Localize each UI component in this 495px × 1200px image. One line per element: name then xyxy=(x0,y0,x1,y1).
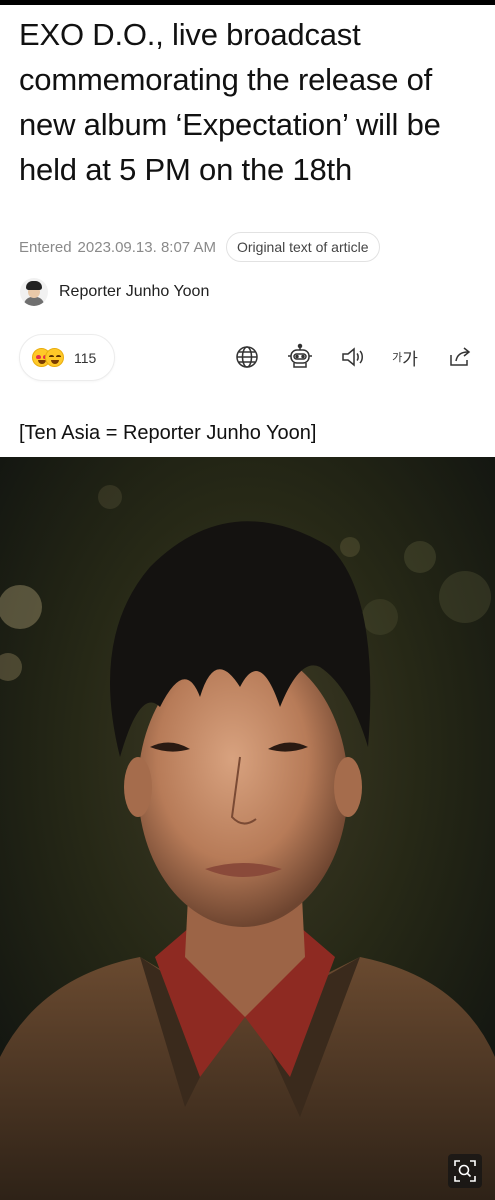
share-icon[interactable] xyxy=(446,342,474,372)
zoom-icon xyxy=(454,1160,476,1182)
portrait-illustration xyxy=(0,457,495,1200)
article-toolbar: 가가 xyxy=(0,342,495,372)
speaker-icon[interactable] xyxy=(339,342,367,372)
reporter-name[interactable]: Reporter Junho Yoon xyxy=(59,283,209,301)
article-photo[interactable] xyxy=(0,457,495,1200)
article-meta: Entered 2023.09.13. 8:07 AM Original tex… xyxy=(19,232,380,262)
entered-date: 2023.09.13. 8:07 AM xyxy=(77,238,216,256)
robot-icon[interactable] xyxy=(286,342,314,372)
reporter-avatar xyxy=(20,278,48,306)
article-title: EXO D.O., live broadcast commemorating t… xyxy=(19,17,441,187)
globe-icon[interactable] xyxy=(233,342,261,372)
original-text-button[interactable]: Original text of article xyxy=(226,232,380,262)
status-bar xyxy=(0,0,495,5)
photo-caption: [Ten Asia = Reporter Junho Yoon] xyxy=(19,422,317,444)
font-size-icon[interactable]: 가가 xyxy=(391,342,419,372)
zoom-button[interactable] xyxy=(448,1154,482,1188)
reporter-byline[interactable]: Reporter Junho Yoon xyxy=(20,276,209,308)
entered-label: Entered xyxy=(19,238,72,256)
